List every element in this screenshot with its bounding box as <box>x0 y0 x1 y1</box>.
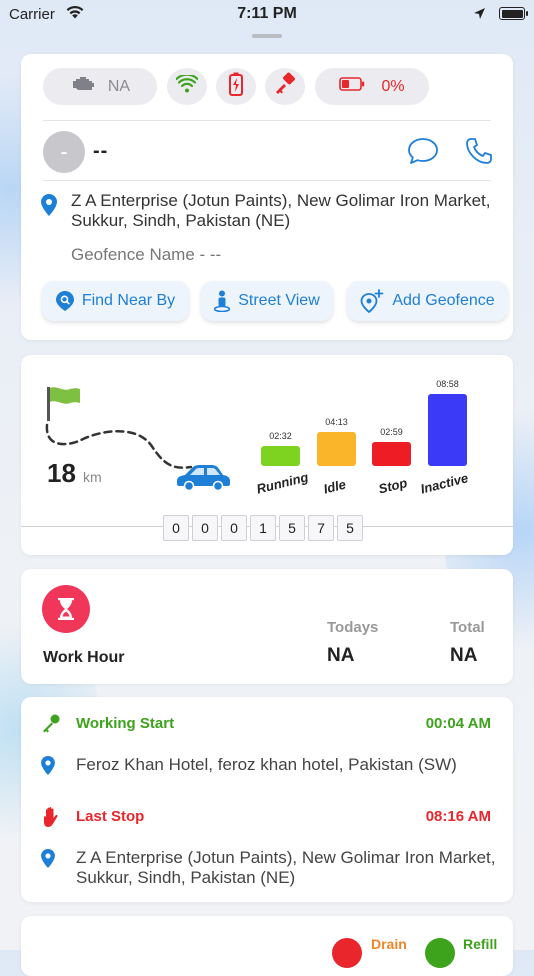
network-status-pill[interactable] <box>167 68 207 105</box>
total-value: NA <box>450 645 478 666</box>
vehicle-info-card: NA 0% - -- Z A Enterprise (Jotun Paints)… <box>21 54 513 340</box>
battery-level-value: 0% <box>381 77 405 95</box>
driver-avatar[interactable]: - <box>43 131 85 173</box>
working-start-title: Working Start <box>76 715 175 732</box>
current-address: Z A Enterprise (Jotun Paints), New Golim… <box>71 191 491 230</box>
odometer-digit: 0 <box>192 515 218 541</box>
hourglass-icon <box>42 585 90 633</box>
bar-label-inactive: Inactive <box>418 470 470 497</box>
location-pin-icon <box>41 849 55 873</box>
last-stop-title: Last Stop <box>76 808 145 825</box>
work-hour-card: Work Hour Todays Total NA NA <box>21 569 513 684</box>
divider <box>43 180 491 181</box>
street-view-button[interactable]: Street View <box>201 281 333 321</box>
bar-stop <box>372 442 411 466</box>
working-start-time: 00:04 AM <box>425 715 491 732</box>
location-pin-icon <box>41 194 57 221</box>
stop-hand-icon <box>41 806 61 833</box>
bar-idle <box>317 432 356 466</box>
location-pin-icon <box>41 756 55 780</box>
driver-name: -- <box>93 140 109 162</box>
refill-icon <box>425 938 455 968</box>
key-icon <box>41 713 61 738</box>
total-header: Total <box>450 619 485 636</box>
bar-value-running: 02:32 <box>269 431 292 441</box>
last-stop-time: 08:16 AM <box>425 808 491 825</box>
add-geofence-button[interactable]: Add Geofence <box>347 281 508 321</box>
geofence-name: Geofence Name - -- <box>71 245 222 264</box>
ignition-status-pill[interactable] <box>265 68 305 105</box>
bar-value-idle: 04:13 <box>325 417 348 427</box>
todays-value: NA <box>327 645 355 666</box>
battery-level-pill[interactable]: 0% <box>315 68 429 105</box>
odometer-digit: 5 <box>337 515 363 541</box>
find-near-by-button[interactable]: Find Near By <box>42 281 189 321</box>
activity-card: Working Start 00:04 AM Feroz Khan Hotel,… <box>21 697 513 902</box>
add-geofence-label: Add Geofence <box>392 292 495 309</box>
wifi-icon <box>175 73 199 98</box>
find-near-by-label: Find Near By <box>81 292 176 309</box>
power-status-pill[interactable] <box>216 68 256 105</box>
odometer-digit: 5 <box>279 515 305 541</box>
driver-initial: - <box>60 139 68 164</box>
engine-status-value: NA <box>107 77 131 95</box>
bar-label-idle: Idle <box>322 476 348 497</box>
battery-charging-icon <box>229 72 243 101</box>
odometer-digit: 1 <box>250 515 276 541</box>
phone-icon[interactable] <box>465 137 493 170</box>
battery-low-icon <box>339 77 365 96</box>
sheet-grabber[interactable] <box>252 34 282 38</box>
odometer-digit: 0 <box>221 515 247 541</box>
last-stop-address: Z A Enterprise (Jotun Paints), New Golim… <box>76 848 496 887</box>
usage-bar-chart: 02:32 Running 04:13 Idle 02:59 Stop 08:58 Inact… <box>21 355 513 515</box>
bar-label-running: Running <box>255 469 311 497</box>
engine-status-pill[interactable]: NA <box>43 68 157 105</box>
ignition-key-icon <box>273 72 297 101</box>
odometer: 0001575 <box>163 515 363 541</box>
clock: 7:11 PM <box>237 5 297 22</box>
engine-icon <box>70 75 96 98</box>
bar-running <box>261 446 300 466</box>
street-view-label: Street View <box>238 292 320 309</box>
odometer-digit: 7 <box>308 515 334 541</box>
work-hour-label: Work Hour <box>43 649 125 666</box>
bar-inactive <box>428 394 467 466</box>
todays-header: Todays <box>327 619 379 636</box>
odometer-digit: 0 <box>163 515 189 541</box>
working-start-address: Feroz Khan Hotel, feroz khan hotel, Paki… <box>76 755 457 774</box>
fuel-card: Drain Refill <box>21 916 513 976</box>
drain-icon <box>332 938 362 968</box>
message-icon[interactable] <box>406 136 440 171</box>
add-location-icon <box>360 289 384 313</box>
trip-summary-card: 18 km 02:32 Running 04:13 Idle 02:59 Stop 08:5… <box>21 355 513 555</box>
bar-value-inactive: 08:58 <box>436 379 459 389</box>
divider <box>43 120 491 121</box>
street-view-icon <box>214 290 231 312</box>
bar-value-stop: 02:59 <box>380 427 403 437</box>
bar-label-stop: Stop <box>377 475 409 497</box>
status-bar: Carrier 7:11 PM <box>0 0 534 30</box>
location-arrow-icon <box>473 7 486 24</box>
search-location-icon <box>55 291 74 311</box>
battery-icon <box>499 7 528 20</box>
